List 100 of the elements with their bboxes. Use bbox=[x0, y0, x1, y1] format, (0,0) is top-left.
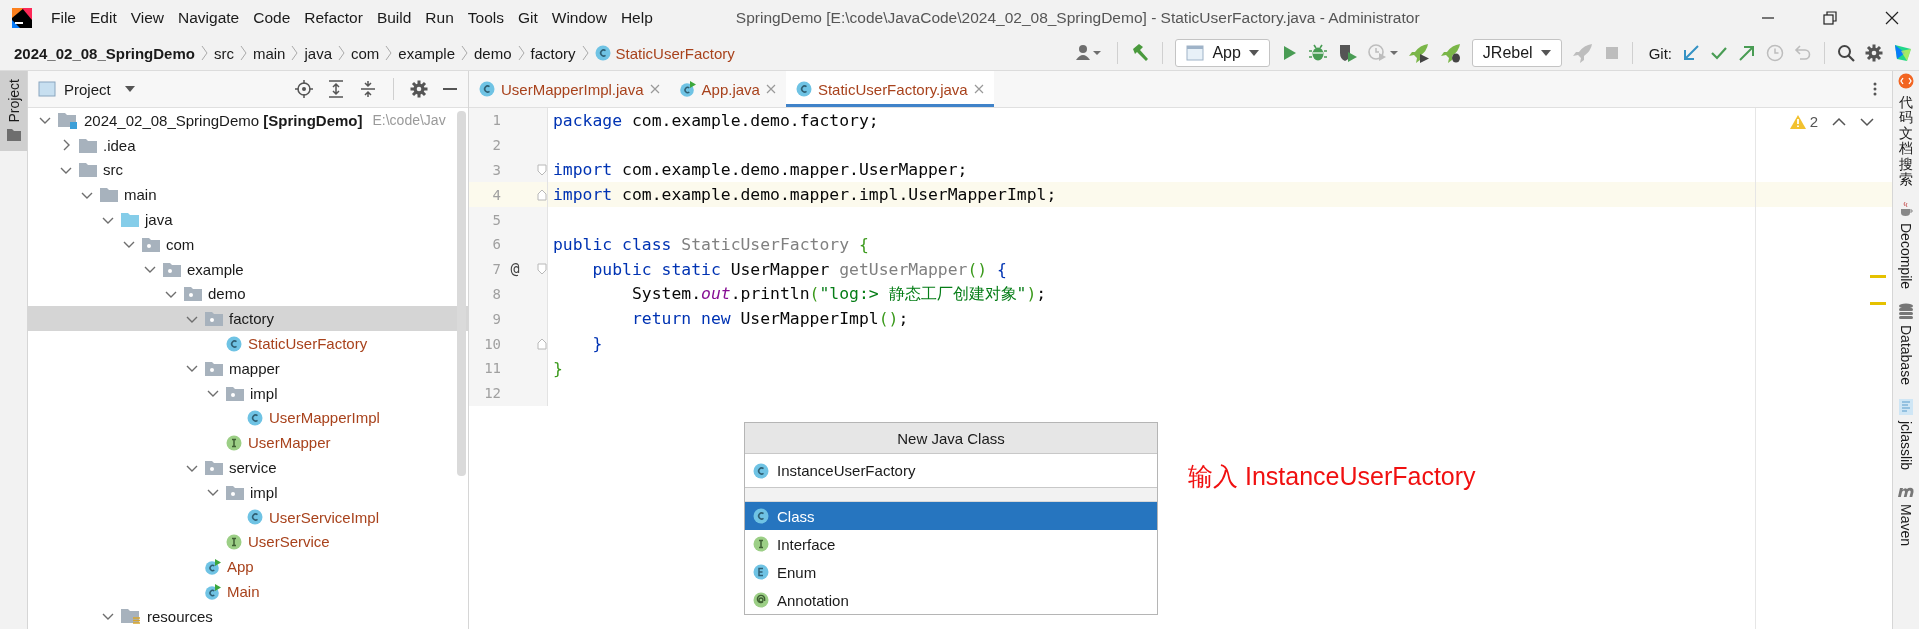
popup-list-item[interactable]: Class bbox=[745, 502, 1157, 530]
run-configuration-dropdown[interactable]: App bbox=[1175, 39, 1270, 67]
rocket-bug-icon[interactable] bbox=[1439, 43, 1462, 63]
interface-icon bbox=[226, 434, 242, 451]
locate-icon[interactable] bbox=[295, 80, 313, 98]
menu-item[interactable]: Build bbox=[369, 9, 419, 27]
bytecode-icon bbox=[1899, 399, 1913, 416]
line-number: 10 bbox=[483, 335, 501, 352]
tree-item[interactable]: UserServiceImpl bbox=[28, 504, 468, 530]
popup-list-item[interactable]: Interface bbox=[745, 530, 1157, 558]
tree-item[interactable]: java bbox=[28, 207, 468, 232]
scrollbar[interactable] bbox=[457, 111, 466, 476]
line-number: 7 bbox=[491, 261, 501, 278]
editor-tab[interactable]: StaticUserFactory.java bbox=[785, 71, 994, 107]
close-icon[interactable] bbox=[1885, 11, 1899, 25]
chevron-up-icon[interactable] bbox=[1832, 116, 1846, 127]
tree-item[interactable]: UserMapperImpl bbox=[28, 405, 468, 431]
breadcrumb[interactable]: demo bbox=[474, 44, 512, 62]
runnable-class-icon bbox=[205, 583, 221, 600]
expand-all-icon[interactable] bbox=[327, 80, 345, 98]
tree-item[interactable]: service bbox=[28, 455, 468, 480]
tool-window-tab[interactable]: jclasslib bbox=[1898, 399, 1914, 471]
menu-item[interactable]: Help bbox=[613, 9, 660, 27]
warning-count[interactable]: 2 bbox=[1789, 113, 1818, 130]
chevron-down-icon[interactable] bbox=[1860, 116, 1874, 127]
code-line: import com.example.demo.mapper.UserMapper; bbox=[553, 160, 968, 180]
menu-item[interactable]: Tools bbox=[460, 9, 511, 27]
shield-run-icon[interactable] bbox=[1337, 43, 1358, 63]
bug-icon[interactable] bbox=[1307, 43, 1328, 63]
update-arrow-icon[interactable] bbox=[1682, 44, 1700, 62]
breadcrumb[interactable]: main bbox=[252, 44, 286, 62]
popup-list-item[interactable]: Annotation bbox=[745, 586, 1157, 614]
separator-icon bbox=[200, 45, 208, 61]
editor-tab[interactable]: UserMapperImpl.java bbox=[469, 71, 670, 107]
push-arrow-icon[interactable] bbox=[1738, 44, 1756, 62]
tree-item[interactable]: impl bbox=[28, 380, 468, 406]
tool-window-tab[interactable]: Database bbox=[1898, 303, 1914, 386]
menu-item[interactable]: Git bbox=[510, 9, 545, 27]
line-number: 6 bbox=[491, 236, 501, 253]
tree-item[interactable]: UserMapper bbox=[28, 430, 468, 456]
tool-window-tab[interactable]: Maven bbox=[1897, 484, 1915, 547]
menu-item[interactable]: File bbox=[44, 9, 83, 27]
tree-item[interactable]: factory bbox=[28, 306, 468, 332]
settings-icon[interactable] bbox=[1865, 44, 1883, 62]
tree-item[interactable]: .idea bbox=[28, 132, 468, 158]
code-line: } bbox=[553, 358, 563, 378]
hammer-icon[interactable] bbox=[1130, 43, 1151, 63]
menu-item[interactable]: Run bbox=[418, 9, 461, 27]
tree-item[interactable]: src bbox=[28, 157, 468, 183]
menu-item[interactable]: Navigate bbox=[171, 9, 247, 27]
run-configuration-dropdown[interactable]: JRebel bbox=[1471, 39, 1562, 67]
breadcrumb[interactable]: example bbox=[398, 44, 456, 62]
tree-item[interactable]: 2024_02_08_SpringDemo [SpringDemo] E:\code\Jav bbox=[28, 108, 468, 133]
popup-list-item[interactable]: Enum bbox=[745, 558, 1157, 586]
tree-item[interactable]: com bbox=[28, 232, 468, 257]
window-icon bbox=[1186, 45, 1205, 61]
menu-item[interactable]: Window bbox=[544, 9, 614, 27]
tree-item[interactable]: App bbox=[28, 554, 468, 580]
code-line: System.out.println("log:> 静态工厂创建对象"); bbox=[630, 283, 1047, 303]
breadcrumb[interactable]: src bbox=[213, 44, 234, 62]
more-icon[interactable] bbox=[1872, 81, 1878, 97]
folder-icon bbox=[6, 128, 21, 141]
panel-title-dropdown[interactable]: Project bbox=[64, 80, 135, 98]
tool-window-tab[interactable]: Decompile bbox=[1898, 201, 1914, 290]
settings-icon[interactable] bbox=[410, 80, 428, 98]
breadcrumb[interactable]: factory bbox=[530, 44, 576, 62]
menu-item[interactable]: Code bbox=[246, 9, 298, 27]
tree-item[interactable]: Main bbox=[28, 579, 468, 604]
tool-window-tab[interactable]: 代码文档搜索 bbox=[1898, 73, 1914, 188]
menu-item[interactable]: Edit bbox=[83, 9, 124, 27]
tree-item[interactable]: resources bbox=[28, 603, 468, 629]
tree-item[interactable]: demo bbox=[28, 281, 468, 307]
breadcrumb[interactable]: com bbox=[351, 44, 380, 62]
breadcrumb[interactable]: 2024_02_08_SpringDemo bbox=[14, 44, 195, 62]
tree-item[interactable]: StaticUserFactory bbox=[28, 331, 468, 356]
tree-item[interactable]: impl bbox=[28, 479, 468, 505]
annotation-text: 输入 InstanceUserFactory bbox=[1188, 461, 1476, 492]
class-icon bbox=[479, 81, 495, 97]
menu-item[interactable]: Refactor bbox=[297, 9, 370, 27]
editor-tab[interactable]: App.java bbox=[669, 71, 786, 107]
menu-item[interactable]: View bbox=[123, 9, 172, 27]
code-line: return new UserMapperImpl(); bbox=[630, 309, 909, 329]
resources-folder-icon bbox=[121, 607, 141, 625]
rocket-icon[interactable] bbox=[1407, 43, 1430, 63]
line-number: 1 bbox=[491, 112, 501, 129]
gutter-marker[interactable]: @ bbox=[510, 260, 520, 279]
tree-item[interactable]: UserService bbox=[28, 529, 468, 555]
line-number: 4 bbox=[491, 186, 501, 203]
tree-item[interactable]: example bbox=[28, 256, 468, 282]
tree-item[interactable]: mapper bbox=[28, 355, 468, 381]
search-icon[interactable] bbox=[1837, 44, 1855, 62]
app-logo-icon[interactable] bbox=[1893, 43, 1913, 63]
collapse-all-icon[interactable] bbox=[359, 80, 377, 98]
breadcrumb[interactable]: StaticUserFactory bbox=[594, 44, 735, 62]
plugin-icon bbox=[1898, 73, 1914, 89]
project-tool-tab[interactable]: Project bbox=[0, 71, 27, 151]
tree-item[interactable]: main bbox=[28, 182, 468, 208]
restore-icon[interactable] bbox=[1823, 11, 1837, 25]
separator-icon bbox=[385, 45, 393, 61]
breadcrumb[interactable]: java bbox=[304, 44, 332, 62]
